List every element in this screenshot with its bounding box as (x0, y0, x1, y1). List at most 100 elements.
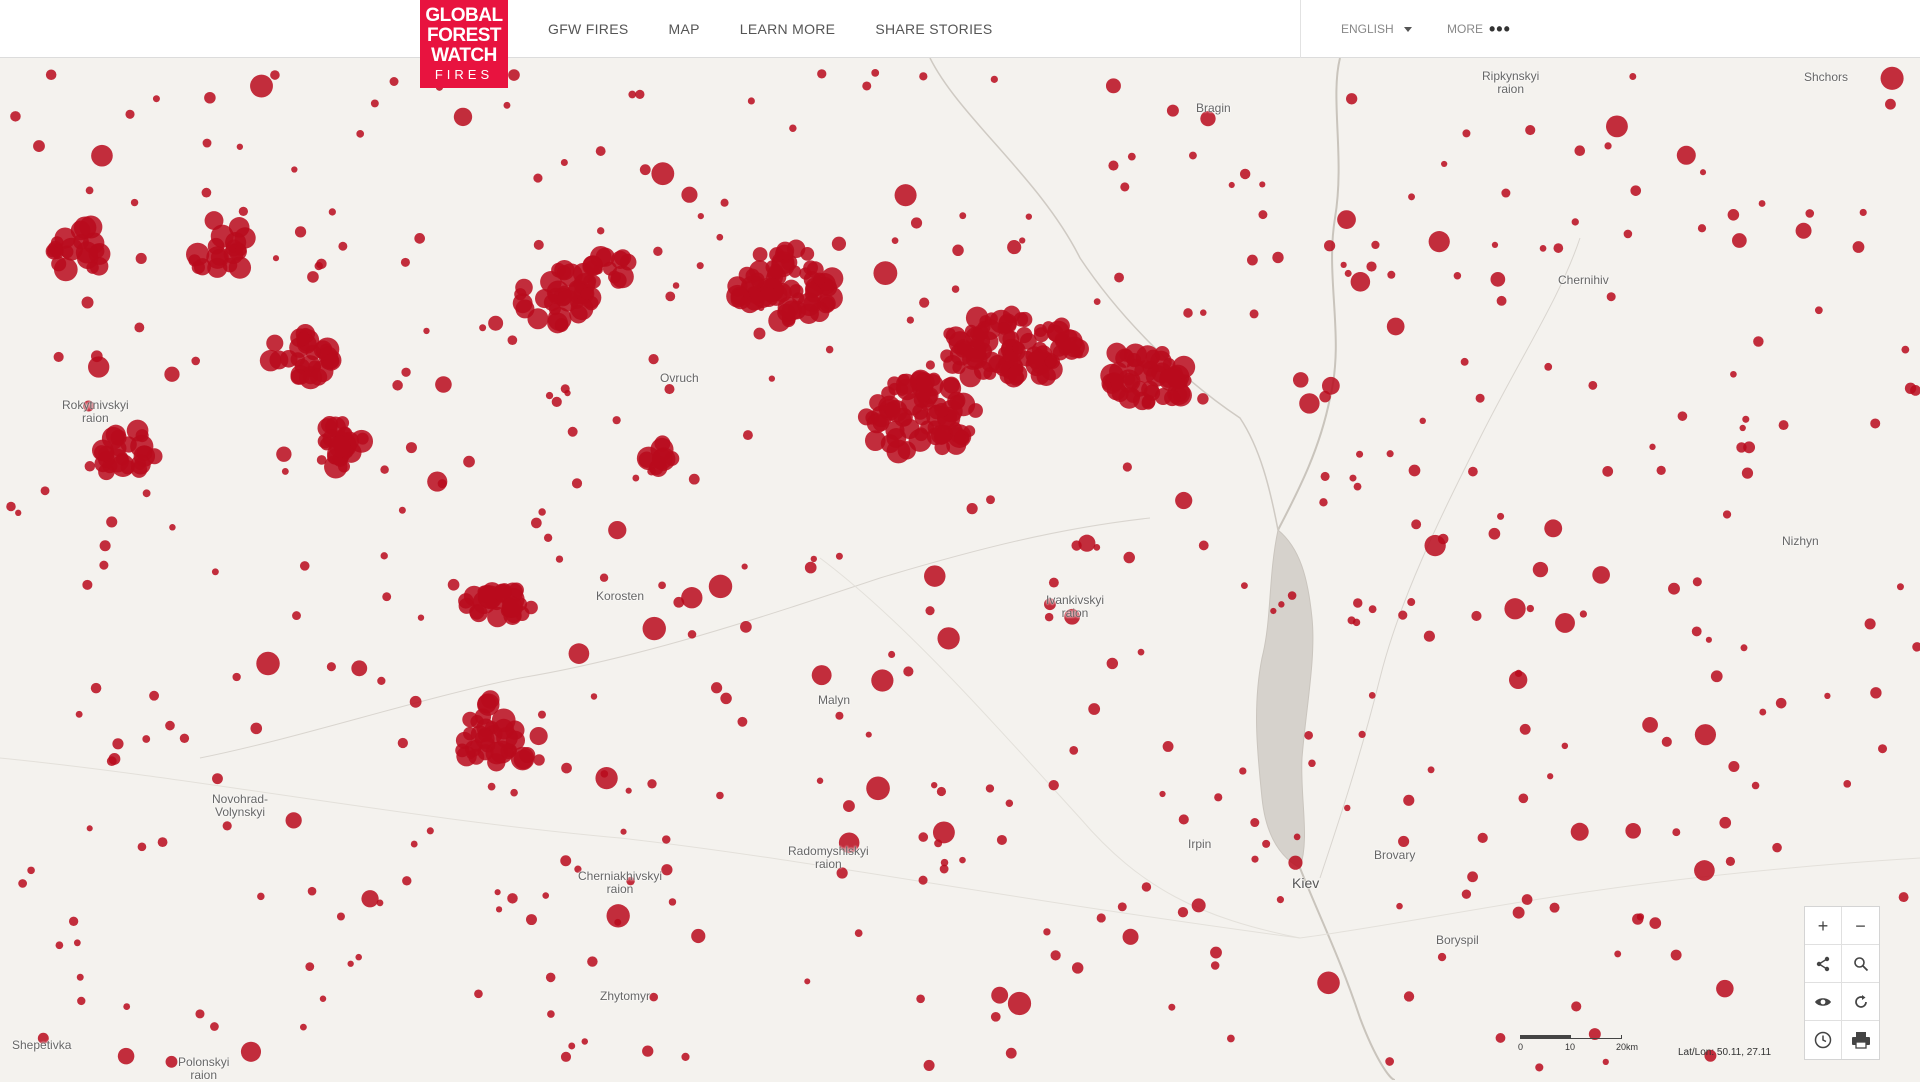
city-label: Cherniakhivskyi raion (578, 869, 663, 896)
fire-point (417, 614, 425, 621)
fire-point (1019, 237, 1026, 244)
fire-point (76, 973, 84, 981)
fire-point (1239, 767, 1247, 775)
fire-point (1188, 151, 1197, 160)
fire-point (996, 834, 1007, 846)
fire-point (1694, 724, 1717, 746)
refresh-icon[interactable] (1842, 983, 1879, 1021)
fire-point (106, 516, 118, 528)
fire-point (1742, 415, 1750, 423)
city-label: Boryspil (1436, 933, 1479, 947)
fire-point (753, 327, 766, 340)
fire-point (1843, 780, 1852, 788)
fire-point (1239, 168, 1251, 180)
fire-point (608, 520, 627, 540)
city-label: Korosten (596, 589, 645, 603)
fire-point (1249, 309, 1259, 319)
gfw-fires-logo[interactable]: GLOBAL FOREST WATCH FIRES (420, 0, 508, 88)
fire-point (545, 391, 554, 400)
fire-point (1191, 898, 1206, 913)
fire-point (401, 367, 411, 377)
fire-point (918, 875, 928, 885)
dnieper-river-north (1277, 58, 1341, 531)
fire-point (661, 864, 673, 876)
fire-point (1042, 321, 1055, 334)
fire-point (1122, 928, 1139, 945)
fire-point (355, 953, 362, 961)
fire-point (1398, 610, 1408, 620)
fire-point (1772, 842, 1782, 853)
fire-point (479, 324, 487, 332)
fire-point (323, 353, 340, 370)
fire-point (299, 561, 310, 571)
eye-icon[interactable] (1805, 983, 1843, 1021)
fire-point (126, 419, 149, 442)
fire-point (1740, 644, 1748, 652)
language-selector[interactable]: ENGLISH (1341, 0, 1412, 58)
fire-point (1172, 355, 1196, 379)
fire-point (1108, 160, 1119, 171)
fire-point (1005, 799, 1014, 807)
fire-point (423, 327, 430, 335)
fire-point (266, 334, 284, 352)
fire-point (628, 90, 637, 99)
fire-point (896, 373, 917, 395)
fire-point (1159, 790, 1166, 798)
fire-point (1344, 269, 1352, 277)
fire-point (959, 212, 967, 220)
fire-point (1437, 952, 1447, 962)
clock-icon[interactable] (1805, 1021, 1843, 1059)
fire-point (662, 835, 671, 844)
more-menu-button[interactable]: MORE ••• (1447, 0, 1511, 58)
fire-map[interactable]: Bragin Ripkynskyi raion Shchors Chernihi… (0, 58, 1920, 1082)
fire-point (508, 582, 524, 598)
nav-share-stories[interactable]: SHARE STORIES (875, 21, 992, 37)
fire-point (1350, 272, 1371, 292)
fire-point (1304, 730, 1313, 740)
fire-point (88, 356, 110, 378)
fire-point (130, 198, 139, 207)
fire-point (84, 461, 96, 472)
fire-point (361, 890, 379, 908)
fire-point (1197, 393, 1209, 405)
fire-point (1276, 896, 1284, 904)
fire-point (458, 597, 475, 614)
fire-point (648, 354, 659, 365)
search-icon[interactable] (1842, 945, 1879, 983)
fire-point (1368, 605, 1377, 614)
zoom-in-icon[interactable]: + (1805, 907, 1843, 945)
fire-point (447, 578, 460, 591)
fire-point (1127, 152, 1136, 161)
nav-learn-more[interactable]: LEARN MORE (740, 21, 836, 37)
fire-point (716, 791, 724, 800)
fire-point (568, 1042, 576, 1050)
city-label: Nizhyn (1782, 534, 1819, 548)
fire-point (804, 561, 817, 574)
fire-point (1656, 465, 1666, 476)
fire-point (937, 627, 960, 650)
fire-point (952, 360, 966, 375)
fire-point (538, 508, 546, 516)
fire-point (681, 587, 703, 609)
fire-point (647, 467, 656, 476)
fire-point (720, 198, 729, 207)
print-icon[interactable] (1842, 1021, 1879, 1059)
fire-point (165, 720, 175, 731)
fire-point (570, 297, 594, 321)
fire-point (99, 560, 109, 570)
fire-point (966, 503, 978, 515)
fire-point (1739, 424, 1746, 432)
zoom-out-icon[interactable]: − (1842, 907, 1879, 945)
fire-point (1319, 498, 1328, 507)
nav-map[interactable]: MAP (668, 21, 699, 37)
fire-point (328, 208, 336, 216)
fire-point (232, 672, 241, 682)
share-icon[interactable] (1805, 945, 1843, 983)
fire-point (1214, 793, 1223, 802)
fire-point (149, 690, 160, 701)
fire-point (1251, 855, 1259, 863)
map-base-layer (0, 58, 1920, 1080)
nav-gfw-fires[interactable]: GFW FIRES (548, 21, 628, 37)
fire-point (81, 296, 94, 309)
fire-point (1896, 583, 1904, 591)
